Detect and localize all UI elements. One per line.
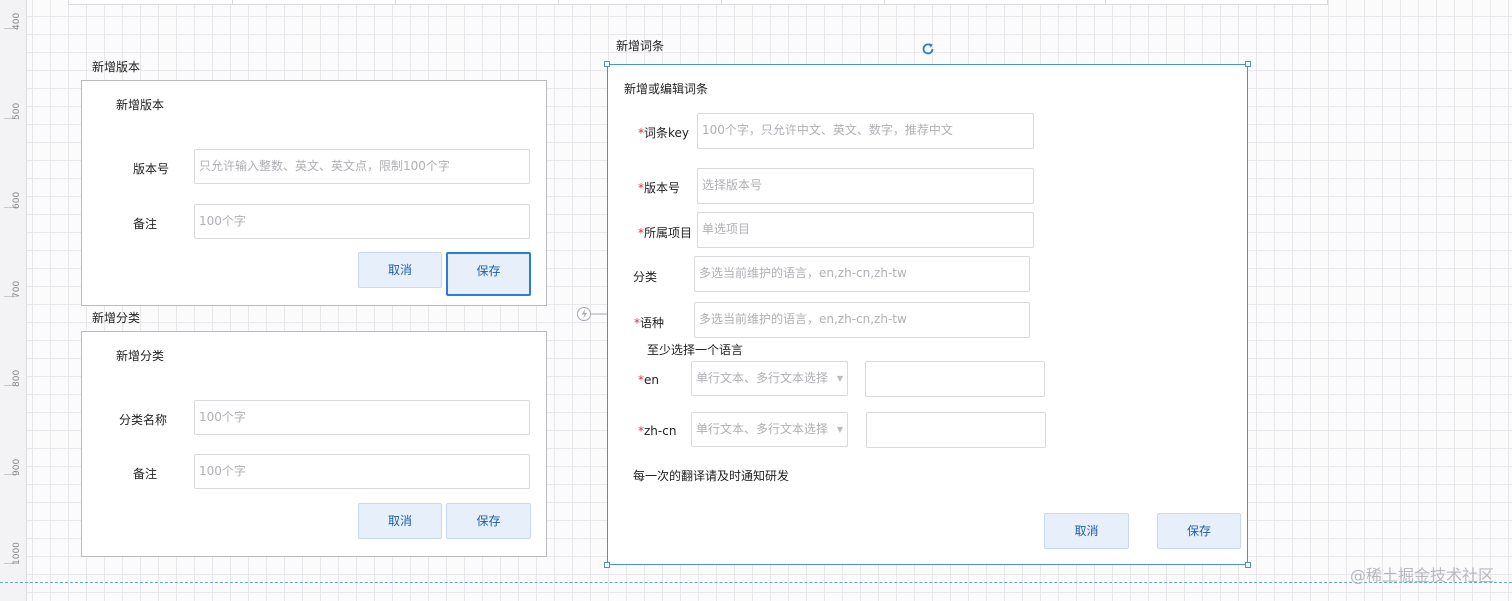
connector-icon[interactable]	[576, 305, 608, 323]
term-key-input[interactable]: 100个字，只允许中文、英文、数字，推荐中文	[697, 113, 1034, 149]
project-label: *所属项目	[638, 226, 693, 240]
version-select[interactable]: 选择版本号	[697, 168, 1034, 204]
frame-label-version: 新增版本	[92, 60, 141, 74]
dialog-title: 新增版本	[116, 98, 165, 112]
table-strip	[68, 0, 1328, 5]
ruler-mark: 600	[12, 191, 22, 209]
resize-handle[interactable]	[604, 562, 610, 568]
version-dialog: 新增版本 版本号 只允许输入整数、英文、英文点，限制100个字 备注 100个字…	[81, 80, 547, 306]
chevron-down-icon: ▼	[836, 425, 843, 434]
chevron-down-icon: ▼	[836, 374, 843, 383]
watermark: @稀土掘金技术社区	[1349, 566, 1494, 585]
zhcn-label: *zh-cn	[638, 424, 677, 438]
term-key-label: *词条key	[638, 126, 690, 140]
save-button[interactable]: 保存	[1157, 513, 1241, 549]
category-label: 分类	[633, 270, 658, 284]
language-hint: 至少选择一个语言	[647, 343, 744, 357]
cancel-button[interactable]: 取消	[358, 503, 442, 539]
save-button[interactable]: 保存	[446, 503, 531, 539]
remark-label: 备注	[133, 467, 158, 481]
en-label: *en	[638, 373, 659, 387]
ruler-mark: 800	[12, 369, 22, 387]
zhcn-text-input[interactable]	[866, 412, 1046, 448]
version-no-input[interactable]: 只允许输入整数、英文、英文点，限制100个字	[194, 149, 530, 184]
category-name-input[interactable]: 100个字	[194, 400, 530, 435]
category-select[interactable]: 多选当前维护的语言，en,zh-cn,zh-tw	[694, 256, 1030, 292]
vertical-ruler: 400 500 600 700 800 900 1000	[0, 0, 27, 601]
resize-handle[interactable]	[604, 61, 610, 67]
remark-input[interactable]: 100个字	[194, 204, 530, 239]
category-name-label: 分类名称	[119, 413, 168, 427]
resize-handle[interactable]	[1245, 61, 1251, 67]
term-dialog: 新增或编辑词条 *词条key 100个字，只允许中文、英文、数字，推荐中文 *版…	[607, 64, 1248, 565]
cancel-button[interactable]: 取消	[1044, 513, 1129, 549]
rotate-icon[interactable]	[920, 41, 936, 57]
frame-label-category: 新增分类	[92, 311, 141, 325]
remark-label: 备注	[133, 217, 158, 231]
en-text-input[interactable]	[865, 361, 1045, 397]
dialog-title: 新增或编辑词条	[624, 82, 709, 96]
zhcn-type-placeholder: 单行文本、多行文本选择	[696, 422, 829, 436]
version-label: *版本号	[638, 181, 681, 195]
resize-handle[interactable]	[1245, 562, 1251, 568]
save-button[interactable]: 保存	[446, 252, 531, 296]
notify-note: 每一次的翻译请及时通知研发	[633, 469, 790, 483]
version-no-label: 版本号	[133, 162, 170, 176]
frame-label-term: 新增词条	[616, 39, 665, 53]
en-type-select[interactable]: 单行文本、多行文本选择 ▼	[691, 361, 848, 396]
zhcn-type-select[interactable]: 单行文本、多行文本选择 ▼	[691, 412, 848, 447]
ruler-mark: 900	[12, 458, 22, 476]
page-boundary-line	[0, 582, 1512, 583]
language-select[interactable]: 多选当前维护的语言，en,zh-cn,zh-tw	[694, 302, 1030, 338]
language-label: *语种	[634, 316, 665, 330]
ruler-mark: 700	[12, 280, 22, 298]
cancel-button[interactable]: 取消	[358, 252, 442, 288]
dialog-title: 新增分类	[116, 349, 165, 363]
category-dialog: 新增分类 分类名称 100个字 备注 100个字 取消 保存	[81, 331, 547, 557]
remark-input[interactable]: 100个字	[194, 454, 530, 489]
en-type-placeholder: 单行文本、多行文本选择	[696, 371, 829, 385]
project-select[interactable]: 单选项目	[697, 212, 1034, 248]
ruler-mark: 400	[12, 12, 22, 30]
ruler-mark: 1000	[12, 542, 22, 565]
ruler-mark: 500	[12, 102, 22, 120]
